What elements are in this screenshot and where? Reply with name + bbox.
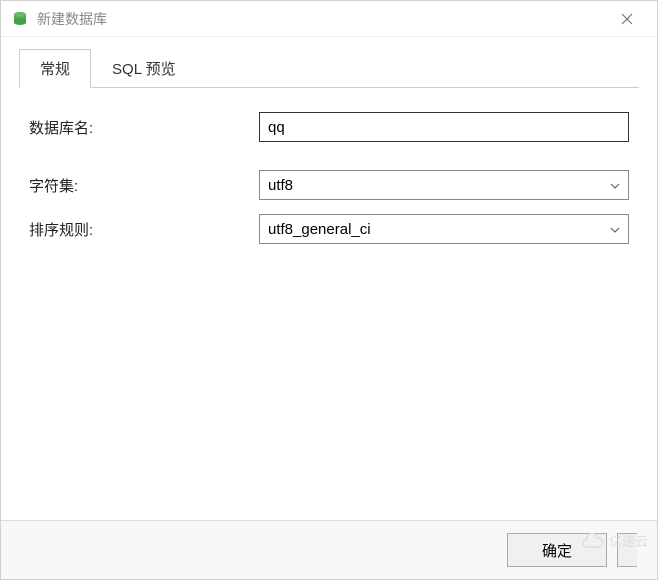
close-icon <box>621 13 633 25</box>
input-db-name[interactable] <box>259 112 629 142</box>
titlebar: 新建数据库 <box>1 1 657 37</box>
row-charset: 字符集: utf8 <box>29 170 629 200</box>
label-collation: 排序规则: <box>29 219 259 240</box>
form-area: 数据库名: 字符集: utf8 排序规则: utf8_general_ci <box>1 88 657 520</box>
label-db-name: 数据库名: <box>29 117 259 138</box>
dialog-window: 新建数据库 常规 SQL 预览 数据库名: 字符集: utf8 <box>0 0 658 580</box>
database-icon <box>11 10 29 28</box>
select-charset[interactable]: utf8 <box>259 170 629 200</box>
select-collation[interactable]: utf8_general_ci <box>259 214 629 244</box>
select-charset-value: utf8 <box>268 177 610 194</box>
tab-general[interactable]: 常规 <box>19 49 91 88</box>
close-button[interactable] <box>607 1 647 37</box>
tab-bar: 常规 SQL 预览 <box>1 37 657 88</box>
tab-separator <box>19 87 639 88</box>
row-collation: 排序规则: utf8_general_ci <box>29 214 629 244</box>
chevron-down-icon <box>610 178 620 192</box>
chevron-down-icon <box>610 222 620 236</box>
select-collation-value: utf8_general_ci <box>268 221 610 238</box>
row-db-name: 数据库名: <box>29 112 629 142</box>
ok-button[interactable]: 确定 <box>507 533 607 567</box>
tab-sql-preview[interactable]: SQL 预览 <box>91 49 197 88</box>
dialog-footer: 确定 <box>1 520 657 579</box>
window-title: 新建数据库 <box>37 9 607 29</box>
secondary-button[interactable] <box>617 533 637 567</box>
label-charset: 字符集: <box>29 175 259 196</box>
